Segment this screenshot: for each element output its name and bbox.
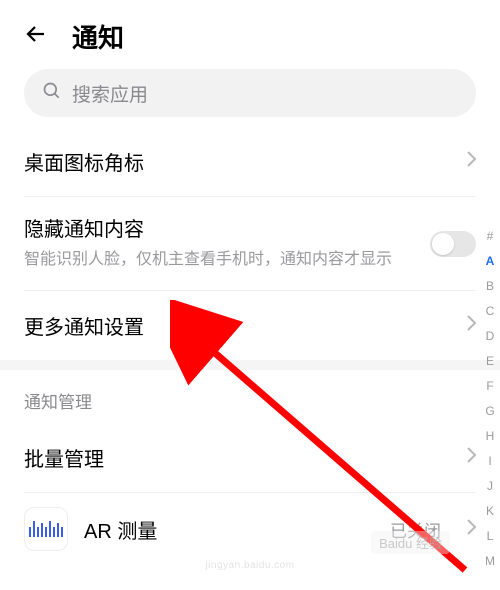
alpha-index-item[interactable]: E <box>482 349 498 374</box>
row-label: 批量管理 <box>24 443 467 472</box>
chevron-right-icon <box>467 447 476 468</box>
alpha-index-item[interactable]: H <box>482 424 498 449</box>
app-name: AR 测量 <box>84 515 374 544</box>
row-label: 更多通知设置 <box>24 311 467 340</box>
back-icon[interactable] <box>24 22 48 51</box>
alpha-index-item[interactable]: L <box>482 524 498 549</box>
row-label: 桌面图标角标 <box>24 147 467 176</box>
alpha-index-item[interactable]: # <box>482 224 498 249</box>
search-input[interactable]: 搜索应用 <box>24 69 476 117</box>
row-icon-badge[interactable]: 桌面图标角标 <box>0 127 500 196</box>
alpha-index-item[interactable]: I <box>482 449 498 474</box>
alpha-index-item[interactable]: B <box>482 274 498 299</box>
watermark-text: jingyan.baidu.com <box>205 560 294 571</box>
alpha-index-item[interactable]: G <box>482 399 498 424</box>
app-icon-ruler <box>24 507 68 551</box>
section-break <box>0 360 500 370</box>
alpha-index-item[interactable]: A <box>482 249 498 274</box>
hide-subtitle: 智能识别人脸，仅机主查看手机时，通知内容才显示 <box>24 248 414 272</box>
alpha-index[interactable]: #ABCDEFGHIJKLM <box>482 224 498 574</box>
chevron-right-icon <box>467 519 476 540</box>
row-hide-content: 隐藏通知内容 智能识别人脸，仅机主查看手机时，通知内容才显示 <box>0 197 500 290</box>
row-more-settings[interactable]: 更多通知设置 <box>0 291 500 360</box>
page-title: 通知 <box>72 18 124 55</box>
alpha-index-item[interactable]: J <box>482 474 498 499</box>
app-row-ar-measure[interactable]: AR 测量 已关闭 <box>0 493 500 565</box>
chevron-right-icon <box>467 151 476 172</box>
hide-title: 隐藏通知内容 <box>24 213 414 242</box>
alpha-index-item[interactable]: K <box>482 499 498 524</box>
alpha-index-item[interactable]: M <box>482 549 498 574</box>
alpha-index-item[interactable]: F <box>482 374 498 399</box>
row-batch-manage[interactable]: 批量管理 <box>0 423 500 492</box>
alpha-index-item[interactable]: D <box>482 324 498 349</box>
chevron-right-icon <box>467 315 476 336</box>
section-notification-mgmt: 通知管理 <box>0 370 500 423</box>
search-icon <box>42 81 62 106</box>
watermark-badge: Baidu 经验 <box>371 531 450 554</box>
toggle-hide-content[interactable] <box>430 231 476 257</box>
search-placeholder: 搜索应用 <box>72 80 148 107</box>
alpha-index-item[interactable]: C <box>482 299 498 324</box>
